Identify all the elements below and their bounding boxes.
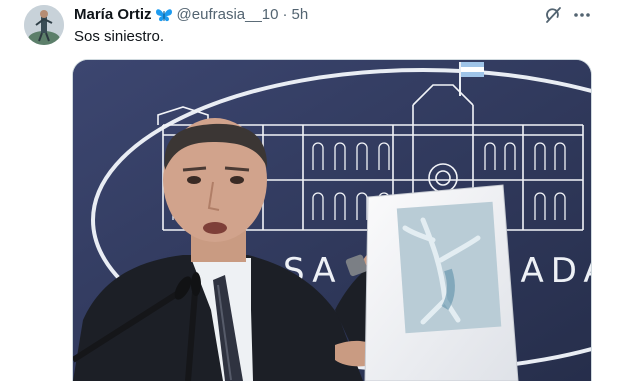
- tweet-photo[interactable]: SA ADA: [72, 59, 592, 381]
- tweet-text: Sos siniestro.: [74, 28, 165, 45]
- xray-paper: [364, 184, 519, 381]
- grok-icon: [546, 7, 561, 23]
- avatar[interactable]: [24, 5, 64, 45]
- display-name[interactable]: María Ortiz: [74, 5, 152, 25]
- user-handle[interactable]: @eufrasia__10: [177, 5, 279, 25]
- butterfly-icon: [155, 7, 173, 23]
- separator-dot: ·: [282, 6, 288, 23]
- more-button[interactable]: [571, 4, 593, 26]
- tweet[interactable]: María Ortiz @eufrasia__10 · 5h Sos sinie…: [0, 0, 619, 381]
- more-horizontal-icon: [574, 13, 590, 17]
- tweet-time[interactable]: 5h: [292, 5, 309, 25]
- grok-button[interactable]: [542, 4, 564, 26]
- tweet-header: María Ortiz @eufrasia__10 · 5h: [74, 5, 308, 25]
